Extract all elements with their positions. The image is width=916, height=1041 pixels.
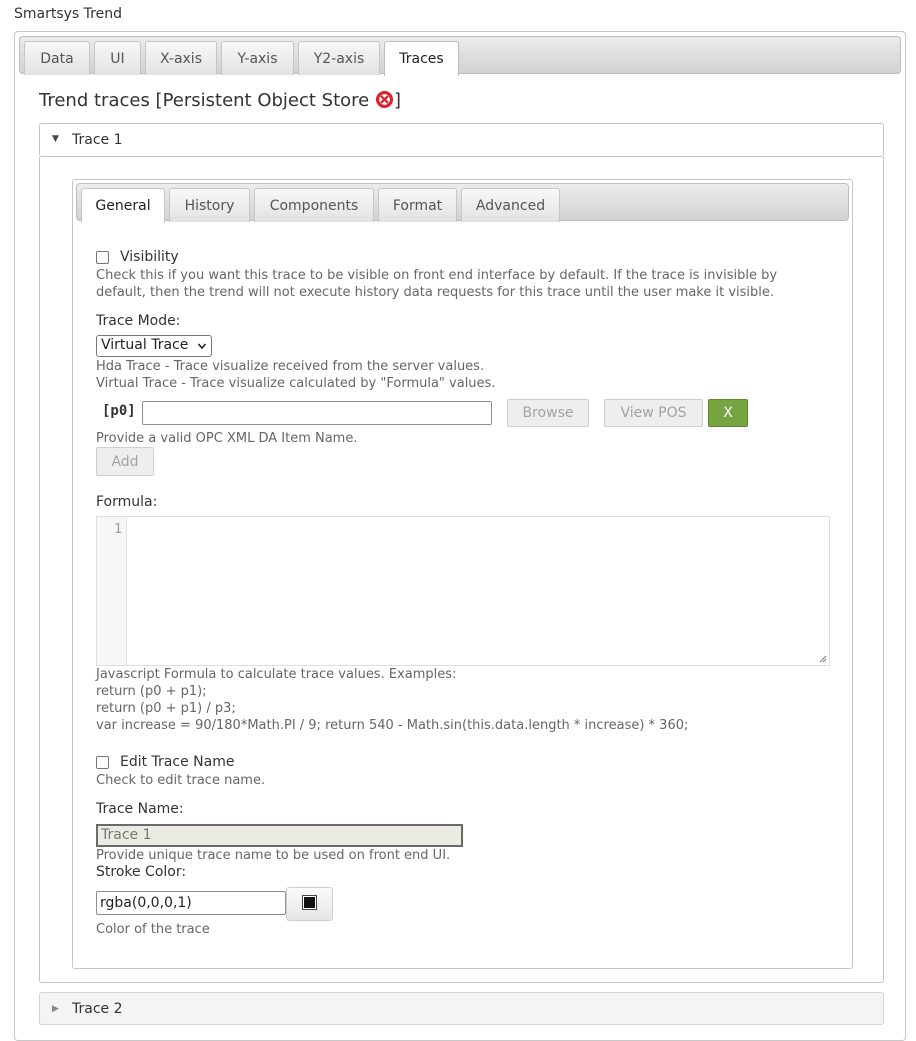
trace-1-label: Trace 1 xyxy=(72,132,123,148)
formula-editor[interactable]: 1 xyxy=(96,516,830,666)
param-item-input[interactable] xyxy=(142,401,492,425)
caret-down-icon: ▼ xyxy=(52,134,59,144)
visibility-checkbox[interactable] xyxy=(96,251,109,264)
edit-trace-name-checkbox[interactable] xyxy=(96,756,109,769)
formula-help-line3: return (p0 + p1) / p3; xyxy=(96,701,236,716)
trace-1-header[interactable]: ▼ Trace 1 xyxy=(39,123,884,157)
trace-mode-select[interactable]: Virtual Trace xyxy=(96,335,212,357)
general-tab-content: Visibility Check this if you want this t… xyxy=(73,180,852,968)
trace-name-label: Trace Name: xyxy=(96,801,184,817)
visibility-help-line1: Check this if you want this trace to be … xyxy=(96,268,778,283)
trace-settings-panel: General History Components Format Advanc… xyxy=(72,179,853,969)
line-number: 1 xyxy=(114,522,122,537)
visibility-help-line2: default, then the trend will not execute… xyxy=(96,285,775,300)
trace-name-input[interactable]: Trace 1 xyxy=(96,824,463,847)
stroke-color-help: Color of the trace xyxy=(96,922,210,937)
trace-mode-help-line1: Hda Trace - Trace visualize received fro… xyxy=(96,359,485,374)
trace-mode-selected: Virtual Trace xyxy=(101,337,189,353)
trace-2-header[interactable]: ▶ Trace 2 xyxy=(39,992,884,1025)
tab-data[interactable]: Data xyxy=(24,41,90,75)
resize-grip-icon[interactable] xyxy=(819,655,827,663)
visibility-label: Visibility xyxy=(120,249,179,265)
tab-x-axis[interactable]: X-axis xyxy=(145,41,217,75)
tab-y2-axis[interactable]: Y2-axis xyxy=(298,41,380,75)
trace-mode-label: Trace Mode: xyxy=(96,313,181,329)
caret-right-icon: ▶ xyxy=(52,1004,59,1014)
tab-y-axis[interactable]: Y-axis xyxy=(221,41,294,75)
browse-button[interactable]: Browse xyxy=(507,399,589,427)
red-x-circle-icon xyxy=(375,90,394,109)
color-picker-icon xyxy=(302,895,317,910)
param-name: [p0] xyxy=(102,403,136,419)
tab-ui[interactable]: UI xyxy=(94,41,141,75)
formula-help-line1: Javascript Formula to calculate trace va… xyxy=(96,667,457,682)
trace-mode-help-line2: Virtual Trace - Trace visualize calculat… xyxy=(96,376,496,391)
editor-gutter: 1 xyxy=(97,517,127,665)
tab-traces[interactable]: Traces xyxy=(384,41,459,76)
stroke-color-label: Stroke Color: xyxy=(96,864,187,880)
color-picker-button[interactable] xyxy=(286,887,333,921)
section-title-suffix: ] xyxy=(393,90,402,111)
section-title: Trend traces [Persistent Object Store ] xyxy=(39,90,401,111)
formula-help-line4: var increase = 90/180*Math.PI / 9; retur… xyxy=(96,718,689,733)
stroke-color-input[interactable] xyxy=(96,891,286,915)
formula-label: Formula: xyxy=(96,494,158,510)
remove-param-button[interactable]: X xyxy=(708,399,748,427)
edit-trace-name-label: Edit Trace Name xyxy=(120,754,235,770)
formula-help-line2: return (p0 + p1); xyxy=(96,684,207,699)
section-title-text: Trend traces [Persistent Object Store xyxy=(39,90,375,111)
trend-panel: Data UI X-axis Y-axis Y2-axis Traces Tre… xyxy=(14,31,906,1041)
trace-1-body: General History Components Format Advanc… xyxy=(39,157,884,983)
trace-name-help: Provide unique trace name to be used on … xyxy=(96,848,451,863)
edit-trace-name-help: Check to edit trace name. xyxy=(96,773,266,788)
add-param-button[interactable]: Add xyxy=(96,447,154,476)
view-pos-button[interactable]: View POS xyxy=(604,399,703,427)
main-tab-bar: Data UI X-axis Y-axis Y2-axis Traces xyxy=(19,36,901,76)
app-title: Smartsys Trend xyxy=(14,6,122,22)
param-help: Provide a valid OPC XML DA Item Name. xyxy=(96,431,358,446)
trace-2-label: Trace 2 xyxy=(72,1001,123,1017)
chevron-down-icon xyxy=(197,343,207,350)
